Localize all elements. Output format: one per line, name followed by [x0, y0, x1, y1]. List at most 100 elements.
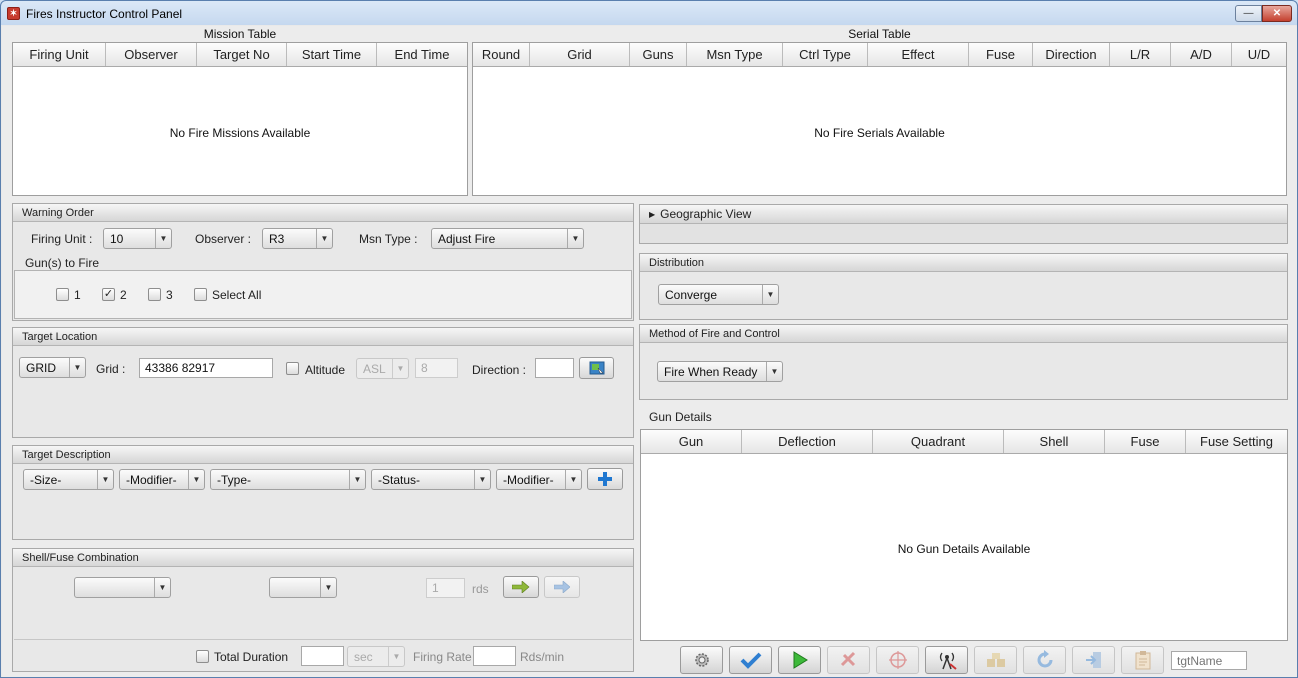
- guns-to-fire-box: 1 ✓ 2 3 Select All: [14, 270, 632, 319]
- distribution-select[interactable]: Converge ▼: [658, 284, 779, 305]
- add-shell-fuse-button[interactable]: [503, 576, 539, 598]
- col-msn-type[interactable]: Msn Type: [687, 43, 783, 66]
- refresh-icon: [1037, 650, 1052, 668]
- method-of-fire-panel: Method of Fire and Control Fire When Rea…: [639, 324, 1288, 400]
- forward-arrow-button[interactable]: [544, 576, 580, 598]
- col-ad[interactable]: A/D: [1171, 43, 1232, 66]
- col-firing-unit[interactable]: Firing Unit: [13, 43, 106, 66]
- total-duration-checkbox[interactable]: [196, 650, 209, 663]
- msn-type-label: Msn Type :: [359, 232, 418, 246]
- chevron-down-icon: ▼: [766, 362, 782, 381]
- refresh-button[interactable]: [1023, 646, 1066, 674]
- col-direction[interactable]: Direction: [1033, 43, 1110, 66]
- shell-select[interactable]: ▼: [74, 577, 171, 598]
- chevron-down-icon: ▼: [762, 285, 778, 304]
- notes-button[interactable]: [1121, 646, 1164, 674]
- rounds-input[interactable]: 1: [426, 578, 465, 598]
- minimize-button[interactable]: —: [1235, 5, 1262, 22]
- method-of-fire-title: Method of Fire and Control: [640, 325, 1287, 343]
- col-grid[interactable]: Grid: [530, 43, 630, 66]
- msn-type-select[interactable]: Adjust Fire ▼: [431, 228, 584, 249]
- pick-direction-button[interactable]: [579, 357, 614, 379]
- col-fuse[interactable]: Fuse: [969, 43, 1033, 66]
- col-round[interactable]: Round: [473, 43, 530, 66]
- warning-order-panel: Warning Order Firing Unit : 10 ▼ Observe…: [12, 203, 634, 321]
- title-bar[interactable]: ✶ Fires Instructor Control Panel — ✕: [1, 1, 1297, 26]
- altitude-input[interactable]: 8: [415, 358, 458, 378]
- rounds-unit-label: rds: [472, 582, 489, 596]
- altitude-label: Altitude: [305, 363, 346, 377]
- col-fuse-setting[interactable]: Fuse Setting: [1186, 430, 1287, 453]
- method-of-fire-select[interactable]: Fire When Ready ▼: [657, 361, 783, 382]
- col-guns[interactable]: Guns: [630, 43, 687, 66]
- target-description-panel: Target Description -Size- ▼ -Modifier- ▼…: [12, 445, 634, 540]
- col-gun[interactable]: Gun: [641, 430, 742, 453]
- col-lr[interactable]: L/R: [1110, 43, 1171, 66]
- serial-table[interactable]: Round Grid Guns Msn Type Ctrl Type Effec…: [472, 42, 1287, 196]
- confirm-button[interactable]: [729, 646, 772, 674]
- chevron-down-icon: ▼: [320, 578, 336, 597]
- duration-input[interactable]: [301, 646, 344, 666]
- col-effect[interactable]: Effect: [868, 43, 969, 66]
- col-start-time[interactable]: Start Time: [287, 43, 377, 66]
- cancel-mission-button[interactable]: [827, 646, 870, 674]
- col-deflection[interactable]: Deflection: [742, 430, 873, 453]
- firing-rate-input[interactable]: [473, 646, 516, 666]
- col-quadrant[interactable]: Quadrant: [873, 430, 1004, 453]
- observer-select[interactable]: R3 ▼: [262, 228, 333, 249]
- chevron-down-icon: ▼: [392, 359, 408, 378]
- gun-details-table[interactable]: Gun Deflection Quadrant Shell Fuse Fuse …: [640, 429, 1288, 641]
- col-end-time[interactable]: End Time: [377, 43, 467, 66]
- chevron-down-icon: ▼: [567, 229, 583, 248]
- target-status-select[interactable]: -Status- ▼: [371, 469, 491, 490]
- col-ud[interactable]: U/D: [1232, 43, 1286, 66]
- target-description-title: Target Description: [13, 446, 633, 464]
- firing-unit-label: Firing Unit :: [31, 232, 93, 246]
- chevron-down-icon: ▼: [69, 358, 85, 377]
- target-status-modifier-select[interactable]: -Modifier- ▼: [496, 469, 582, 490]
- target-type-select[interactable]: -Type- ▼: [210, 469, 366, 490]
- gun-details-header: Gun Deflection Quadrant Shell Fuse Fuse …: [641, 430, 1287, 454]
- col-target-no[interactable]: Target No: [197, 43, 287, 66]
- minimize-icon: —: [1243, 8, 1254, 19]
- geographic-view-header[interactable]: ▶ Geographic View: [640, 205, 1287, 224]
- target-size-select[interactable]: -Size- ▼: [23, 469, 114, 490]
- target-name-input[interactable]: [1171, 651, 1247, 670]
- gun-2-checkbox[interactable]: ✓: [102, 288, 115, 301]
- target-modifier-select[interactable]: -Modifier- ▼: [119, 469, 205, 490]
- cancel-icon: [840, 651, 855, 667]
- serial-table-header: Round Grid Guns Msn Type Ctrl Type Effec…: [473, 43, 1286, 67]
- select-all-checkbox[interactable]: [194, 288, 207, 301]
- export-button[interactable]: [1072, 646, 1115, 674]
- close-button[interactable]: ✕: [1262, 5, 1292, 22]
- gun-3-checkbox[interactable]: [148, 288, 161, 301]
- gun-1-checkbox[interactable]: [56, 288, 69, 301]
- play-button[interactable]: [778, 646, 821, 674]
- units-button[interactable]: [974, 646, 1017, 674]
- target-location-title: Target Location: [13, 328, 633, 346]
- target-button[interactable]: [876, 646, 919, 674]
- altitude-ref-select[interactable]: ASL ▼: [356, 358, 409, 379]
- col-gun-fuse[interactable]: Fuse: [1105, 430, 1186, 453]
- duration-unit-select[interactable]: sec ▼: [347, 646, 405, 667]
- add-description-button[interactable]: [587, 468, 623, 490]
- mission-table[interactable]: Firing Unit Observer Target No Start Tim…: [12, 42, 468, 196]
- col-ctrl-type[interactable]: Ctrl Type: [783, 43, 868, 66]
- settings-button[interactable]: [680, 646, 723, 674]
- mission-table-label: Mission Table: [203, 27, 277, 41]
- firing-unit-select[interactable]: 10 ▼: [103, 228, 172, 249]
- location-type-select[interactable]: GRID ▼: [19, 357, 86, 378]
- right-arrow-icon: [554, 581, 570, 593]
- map-picker-icon: [589, 361, 604, 375]
- fuse-select[interactable]: ▼: [269, 577, 337, 598]
- radio-transmit-button[interactable]: [925, 646, 968, 674]
- grid-input[interactable]: 43386 82917: [139, 358, 273, 378]
- col-observer[interactable]: Observer: [106, 43, 197, 66]
- direction-input[interactable]: [535, 358, 574, 378]
- mission-table-header: Firing Unit Observer Target No Start Tim…: [13, 43, 467, 67]
- col-shell[interactable]: Shell: [1004, 430, 1105, 453]
- fires-app-icon: ✶: [7, 7, 20, 20]
- chevron-down-icon: ▼: [565, 470, 581, 489]
- window-title: Fires Instructor Control Panel: [26, 6, 183, 21]
- altitude-checkbox[interactable]: [286, 362, 299, 375]
